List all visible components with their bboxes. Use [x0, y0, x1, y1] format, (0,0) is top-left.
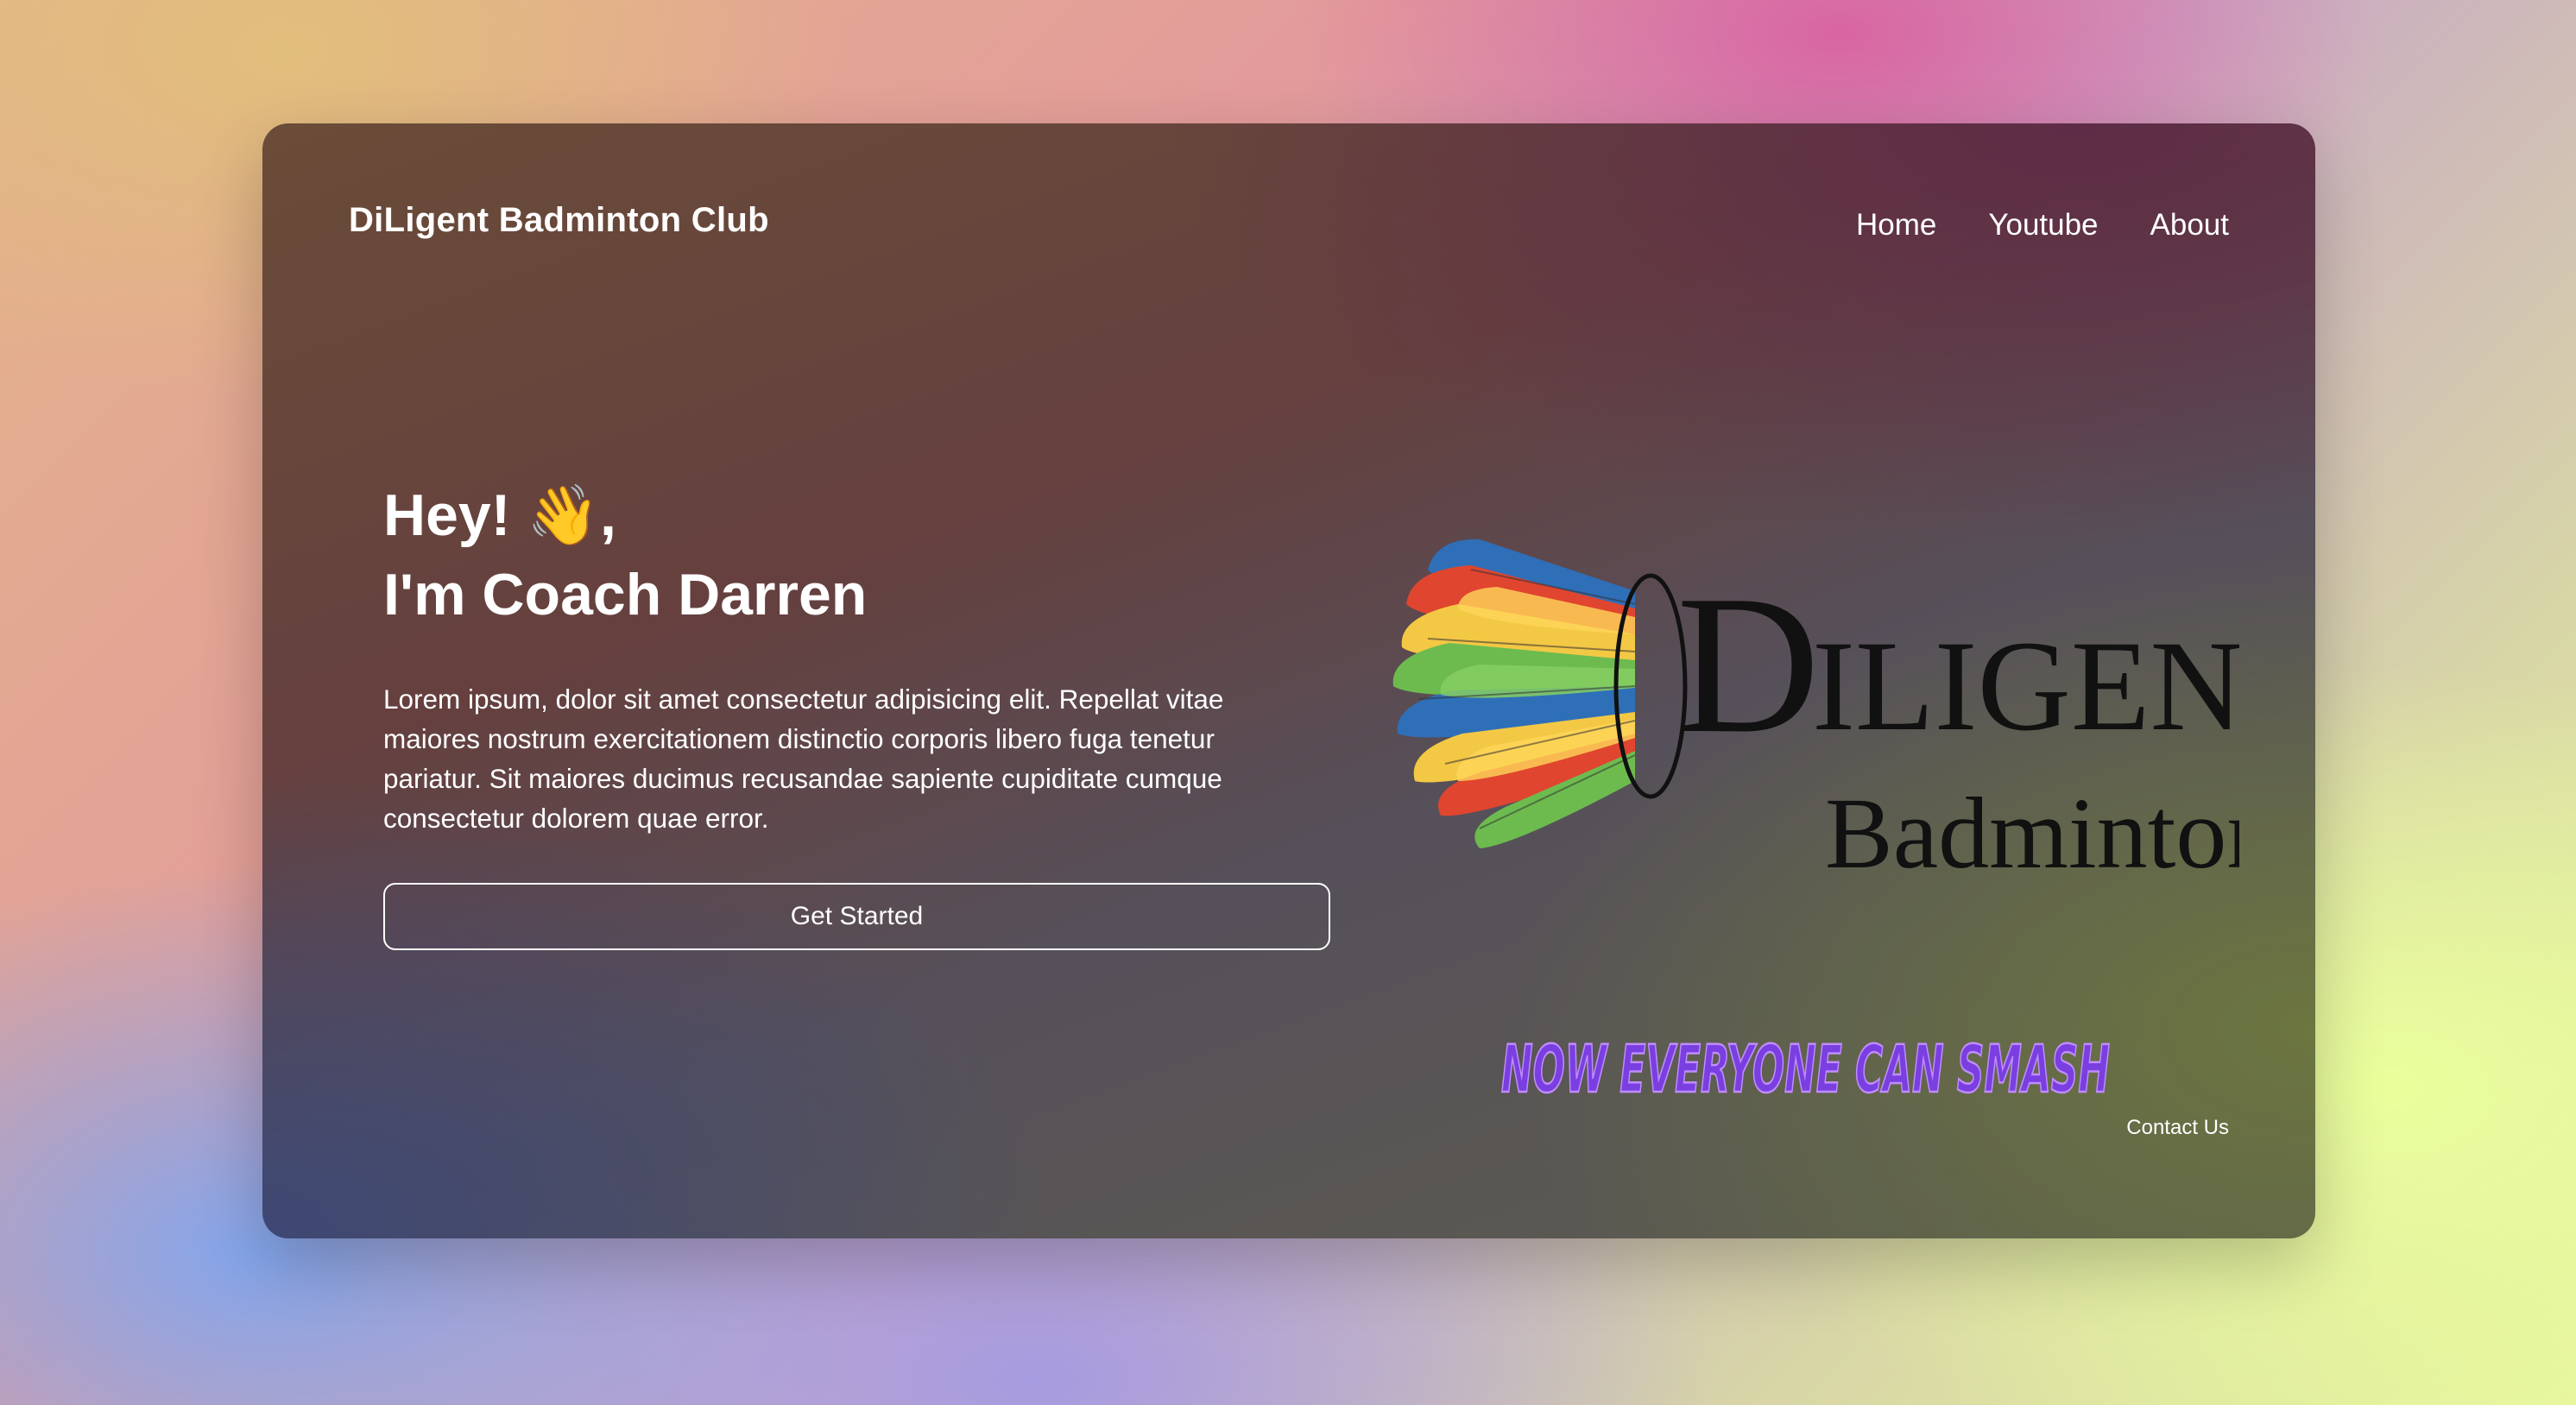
hero-name: I'm Coach Darren	[383, 562, 868, 627]
club-logo: D ILIGENT Badminton Club	[1392, 539, 2239, 890]
logo-initial: D	[1676, 554, 1820, 774]
nav-home-link[interactable]: Home	[1856, 208, 1936, 243]
tagline-banner: NOW EVERYONE CAN SMASH	[1500, 1030, 2112, 1109]
nav-youtube-link[interactable]: Youtube	[1988, 208, 2098, 243]
site-brand[interactable]: DiLigent Badminton Club	[349, 201, 769, 240]
browser-window: DiLigent Badminton Club Home Youtube Abo…	[262, 123, 2315, 1238]
logo-subtitle: Badminton Club	[1825, 777, 2239, 890]
hero-greeting: Hey! 👋,	[383, 482, 616, 548]
main-nav: Home Youtube About	[1856, 208, 2229, 243]
contact-us-link[interactable]: Contact Us	[2126, 1116, 2229, 1140]
hero-description: Lorem ipsum, dolor sit amet consectetur …	[383, 684, 1224, 834]
logo-wordmark: ILIGENT	[1812, 614, 2239, 758]
get-started-button[interactable]: Get Started	[383, 883, 1330, 950]
tagline-text: NOW EVERYONE CAN SMASH	[1501, 1030, 2110, 1107]
hero-title: Hey! 👋, I'm Coach Darren	[383, 476, 867, 634]
nav-about-link[interactable]: About	[2150, 208, 2229, 243]
shuttlecock-icon	[1392, 539, 1688, 848]
